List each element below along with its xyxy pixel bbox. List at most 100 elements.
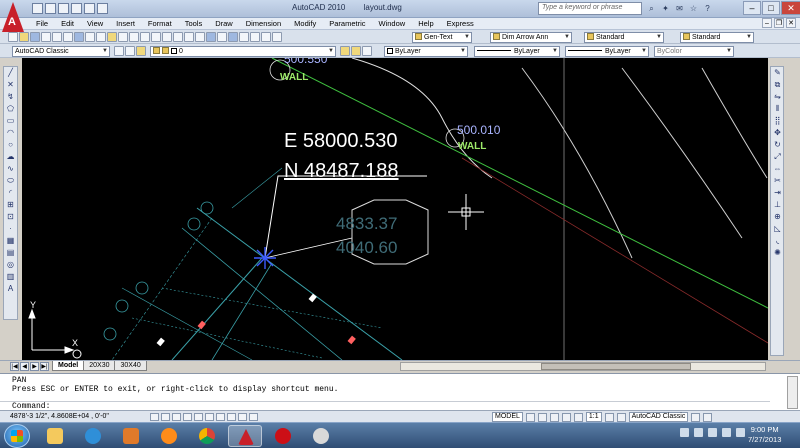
publish-icon[interactable] bbox=[63, 32, 73, 42]
quick-view-layouts-icon[interactable] bbox=[525, 412, 535, 422]
extend-icon[interactable]: ⇥ bbox=[772, 188, 783, 198]
copy-object-icon[interactable]: ⧉ bbox=[772, 80, 783, 90]
ellipse-arc-icon[interactable]: ◜ bbox=[5, 188, 16, 198]
layer-states-icon[interactable] bbox=[362, 46, 372, 56]
help-icon[interactable]: ? bbox=[702, 3, 713, 14]
tool-palettes-icon[interactable] bbox=[228, 32, 238, 42]
tab-model[interactable]: Model bbox=[52, 361, 85, 371]
autocad-app[interactable] bbox=[228, 425, 262, 447]
zoom-previous-icon[interactable] bbox=[195, 32, 205, 42]
menu-express[interactable]: Express bbox=[447, 19, 474, 28]
undo-icon[interactable] bbox=[71, 3, 82, 14]
horizontal-scrollbar[interactable] bbox=[400, 362, 766, 371]
lineweight-select[interactable]: ByLayer ▼ bbox=[565, 46, 649, 57]
make-current-icon[interactable] bbox=[340, 46, 350, 56]
doc-minimize-button[interactable]: – bbox=[762, 18, 772, 28]
table-icon[interactable]: ▥ bbox=[5, 272, 16, 282]
save-icon[interactable] bbox=[58, 3, 69, 14]
3d-dwf-icon[interactable] bbox=[74, 32, 84, 42]
chrome-app[interactable] bbox=[190, 425, 224, 447]
steering-wheel-icon[interactable] bbox=[573, 412, 583, 422]
prev-tab-button[interactable]: ◀ bbox=[20, 362, 29, 371]
grid-toggle[interactable] bbox=[161, 413, 170, 421]
polyline-icon[interactable]: ↯ bbox=[5, 92, 16, 102]
ducs-toggle[interactable] bbox=[216, 413, 225, 421]
annotation-scale-select[interactable]: 1:1 bbox=[585, 412, 602, 422]
customize-icon[interactable] bbox=[125, 46, 135, 56]
folder-app[interactable] bbox=[38, 425, 72, 447]
menu-help[interactable]: Help bbox=[418, 19, 433, 28]
paint-app[interactable] bbox=[304, 425, 338, 447]
cursor-coordinates[interactable]: 4878'-3 1/2", 4.8608E+04 , 0'-0" bbox=[10, 413, 109, 420]
rotate-icon[interactable]: ↻ bbox=[772, 140, 783, 150]
menu-edit[interactable]: Edit bbox=[61, 19, 74, 28]
plot-style-select[interactable]: ByColor ▼ bbox=[654, 46, 734, 57]
menu-view[interactable]: View bbox=[87, 19, 103, 28]
last-tab-button[interactable]: ▶| bbox=[40, 362, 49, 371]
power-icon[interactable] bbox=[736, 428, 745, 437]
menu-draw[interactable]: Draw bbox=[215, 19, 233, 28]
workspace-select[interactable]: AutoCAD Classic bbox=[628, 412, 689, 422]
doc-close-button[interactable]: ✕ bbox=[786, 18, 796, 28]
model-space-button[interactable]: MODEL bbox=[492, 412, 523, 422]
menu-modify[interactable]: Modify bbox=[294, 19, 316, 28]
dim-style-select[interactable]: Dim Arrow Ann ▼ bbox=[490, 32, 572, 43]
calculator-icon[interactable] bbox=[261, 32, 271, 42]
communication-icon[interactable]: ✉ bbox=[674, 3, 685, 14]
trim-icon[interactable]: ✂ bbox=[772, 176, 783, 186]
plot-icon[interactable] bbox=[97, 3, 108, 14]
layer-properties-icon[interactable] bbox=[136, 46, 146, 56]
markup-icon[interactable] bbox=[250, 32, 260, 42]
dyn-toggle[interactable] bbox=[227, 413, 236, 421]
search-icon[interactable]: ⌕ bbox=[646, 3, 657, 14]
match-properties-icon[interactable] bbox=[118, 32, 128, 42]
pan-icon[interactable] bbox=[162, 32, 172, 42]
lineweight-toggle[interactable] bbox=[238, 413, 247, 421]
open-icon[interactable] bbox=[19, 32, 29, 42]
construction-line-icon[interactable]: ✕ bbox=[5, 80, 16, 90]
taskbar-clock[interactable]: 9:00 PM 7/27/2013 bbox=[748, 425, 781, 445]
menu-dimension[interactable]: Dimension bbox=[246, 19, 281, 28]
start-button[interactable] bbox=[4, 424, 30, 448]
chamfer-icon[interactable]: ◺ bbox=[772, 224, 783, 234]
make-block-icon[interactable]: ⊡ bbox=[5, 212, 16, 222]
multileader-style-select[interactable]: Standard ▼ bbox=[680, 32, 754, 43]
annotation-visibility-icon[interactable] bbox=[604, 412, 614, 422]
text-style-select[interactable]: Gen-Text ▼ bbox=[412, 32, 472, 43]
tab-30x40[interactable]: 30X40 bbox=[114, 361, 147, 371]
menu-parametric[interactable]: Parametric bbox=[329, 19, 365, 28]
star-icon[interactable]: ☆ bbox=[688, 3, 699, 14]
menu-window[interactable]: Window bbox=[379, 19, 406, 28]
internet-explorer-app[interactable] bbox=[76, 425, 110, 447]
erase-icon[interactable]: ✎ bbox=[772, 68, 783, 78]
spline-icon[interactable]: ∿ bbox=[5, 164, 16, 174]
flag-icon[interactable] bbox=[708, 428, 717, 437]
rectangle-icon[interactable]: ▭ bbox=[5, 116, 16, 126]
media-player-app[interactable] bbox=[114, 425, 148, 447]
save-icon[interactable] bbox=[30, 32, 40, 42]
snap-toggle[interactable] bbox=[150, 413, 159, 421]
gradient-icon[interactable]: ▤ bbox=[5, 248, 16, 258]
sheet-set-icon[interactable] bbox=[239, 32, 249, 42]
redo-icon[interactable] bbox=[84, 3, 95, 14]
polar-toggle[interactable] bbox=[183, 413, 192, 421]
scale-icon[interactable]: ⤢ bbox=[772, 152, 783, 162]
menu-format[interactable]: Format bbox=[148, 19, 172, 28]
workspace-switch-icon[interactable] bbox=[616, 412, 626, 422]
doc-restore-button[interactable]: ❐ bbox=[774, 18, 784, 28]
next-tab-button[interactable]: ▶ bbox=[30, 362, 39, 371]
circle-icon[interactable]: ○ bbox=[5, 140, 16, 150]
drawing-canvas[interactable]: 500.550 WALL 500.010 WALL E 58000.530 N … bbox=[22, 58, 768, 360]
join-icon[interactable]: ⊕ bbox=[772, 212, 783, 222]
workspace-settings-icon[interactable] bbox=[114, 46, 124, 56]
explode-icon[interactable]: ✺ bbox=[772, 248, 783, 258]
close-button[interactable]: ✕ bbox=[781, 1, 800, 15]
tab-20x30[interactable]: 20X30 bbox=[83, 361, 116, 371]
open-icon[interactable] bbox=[45, 3, 56, 14]
multiline-text-icon[interactable]: A bbox=[5, 284, 16, 294]
mirror-icon[interactable]: ⇋ bbox=[772, 92, 783, 102]
region-icon[interactable]: ◎ bbox=[5, 260, 16, 270]
line-icon[interactable]: ╱ bbox=[5, 68, 16, 78]
zoom-icon[interactable] bbox=[561, 412, 571, 422]
cut-icon[interactable] bbox=[85, 32, 95, 42]
